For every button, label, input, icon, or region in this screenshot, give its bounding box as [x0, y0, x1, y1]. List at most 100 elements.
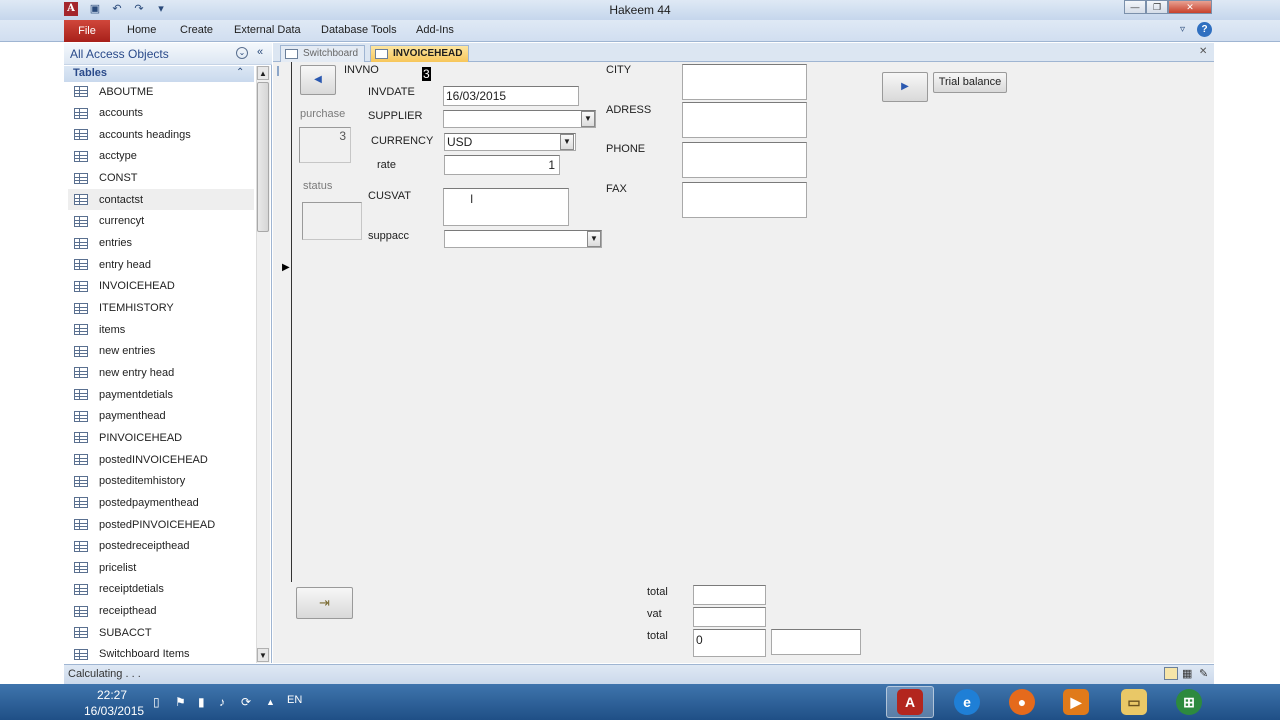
- nav-item-receipthead[interactable]: receipthead: [68, 601, 254, 622]
- shutter-bar-collapse-icon[interactable]: «: [257, 46, 263, 58]
- nav-item-accounts[interactable]: accounts: [68, 103, 254, 124]
- nav-item-invoicehead[interactable]: INVOICEHEAD: [68, 276, 254, 297]
- taskbar-access-app[interactable]: A: [886, 686, 934, 718]
- collapse-section-icon[interactable]: ⌃: [236, 67, 244, 78]
- access-logo-icon[interactable]: A: [64, 2, 78, 16]
- phone-field[interactable]: [682, 142, 807, 178]
- exit-form-button[interactable]: ⇥: [296, 587, 353, 619]
- total-field[interactable]: [693, 585, 766, 605]
- layout-view-icon[interactable]: ▦: [1182, 667, 1192, 680]
- nav-item-aboutme[interactable]: ABOUTME: [68, 81, 254, 102]
- nav-item-postedpinvoicehead[interactable]: postedPINVOICEHEAD: [68, 514, 254, 535]
- scroll-down-button[interactable]: ▼: [257, 648, 269, 662]
- show-desktop-icon[interactable]: ▯: [153, 695, 160, 709]
- nav-item-paymentdetials[interactable]: paymentdetials: [68, 384, 254, 405]
- minimize-button[interactable]: —: [1124, 0, 1146, 14]
- rate-field[interactable]: 1: [444, 155, 560, 175]
- undo-icon[interactable]: ↶: [110, 2, 124, 16]
- nav-item-paymenthead[interactable]: paymenthead: [68, 406, 254, 427]
- network-icon[interactable]: ▮: [198, 695, 205, 709]
- grand-total-field[interactable]: 0: [693, 629, 766, 657]
- nav-item-pricelist[interactable]: pricelist: [68, 557, 254, 578]
- nav-item-entry-head[interactable]: entry head: [68, 254, 254, 275]
- nav-item-items[interactable]: items: [68, 319, 254, 340]
- start-button[interactable]: ⊞: [1165, 686, 1213, 718]
- tab-add-ins[interactable]: Add-Ins: [416, 24, 454, 36]
- design-view-icon[interactable]: ✎: [1199, 667, 1208, 680]
- nav-item-acctype[interactable]: acctype: [68, 146, 254, 167]
- file-tab[interactable]: File: [64, 20, 110, 42]
- language-indicator[interactable]: EN: [287, 694, 302, 706]
- previous-record-button[interactable]: ◀: [300, 65, 336, 95]
- sync-icon[interactable]: ⟳: [241, 695, 251, 709]
- currency-dropdown-icon[interactable]: ▼: [560, 134, 574, 150]
- clock-time[interactable]: 22:27: [97, 688, 127, 702]
- form-selector[interactable]: [277, 66, 285, 76]
- tab-create[interactable]: Create: [180, 24, 213, 36]
- tab-home[interactable]: Home: [127, 24, 156, 36]
- minimize-ribbon-icon[interactable]: ▿: [1180, 24, 1185, 35]
- nav-menu-chevron-icon[interactable]: ⌄: [236, 47, 248, 59]
- exit-door-icon: ⇥: [319, 595, 330, 610]
- nav-item-posteditemhistory[interactable]: posteditemhistory: [68, 471, 254, 492]
- taskbar-internet-explorer[interactable]: e: [943, 686, 991, 718]
- nav-item-itemhistory[interactable]: ITEMHISTORY: [68, 298, 254, 319]
- nav-item-receiptdetials[interactable]: receiptdetials: [68, 579, 254, 600]
- status-field[interactable]: [302, 202, 362, 240]
- amount-words-field[interactable]: [771, 629, 861, 655]
- next-record-button[interactable]: ▶: [882, 72, 928, 102]
- close-window-button[interactable]: ✕: [1168, 0, 1212, 14]
- cusvat-field[interactable]: Ι: [443, 188, 569, 226]
- doc-tab-switchboard[interactable]: Switchboard: [280, 45, 366, 62]
- form-view-icon[interactable]: [1164, 667, 1178, 680]
- currency-combo[interactable]: USD: [444, 133, 576, 151]
- clock-date[interactable]: 16/03/2015: [84, 704, 144, 718]
- nav-item-postedinvoicehead[interactable]: postedINVOICEHEAD: [68, 449, 254, 470]
- fax-field[interactable]: [682, 182, 807, 218]
- nav-item-new-entries[interactable]: new entries: [68, 341, 254, 362]
- suppacc-dropdown-icon[interactable]: ▼: [587, 231, 601, 247]
- nav-item-subacct[interactable]: SUBACCT: [68, 622, 254, 643]
- city-field[interactable]: [682, 64, 807, 100]
- suppacc-combo[interactable]: [444, 230, 602, 248]
- taskbar-explorer[interactable]: ▭: [1110, 686, 1158, 718]
- nav-item-accounts-headings[interactable]: accounts headings: [68, 124, 254, 145]
- nav-item-currencyt[interactable]: currencyt: [68, 211, 254, 232]
- tray-overflow-icon[interactable]: ▲: [266, 697, 275, 707]
- close-document-icon[interactable]: ✕: [1199, 46, 1207, 57]
- nav-item-label: acctype: [99, 150, 137, 163]
- scroll-up-button[interactable]: ▲: [257, 66, 269, 80]
- action-center-flag-icon[interactable]: ⚑: [175, 695, 186, 709]
- doc-tab-invoicehead[interactable]: INVOICEHEAD: [370, 45, 470, 62]
- help-icon[interactable]: ?: [1197, 22, 1212, 37]
- nav-item-pinvoicehead[interactable]: PINVOICEHEAD: [68, 427, 254, 448]
- purchase-field[interactable]: 3: [299, 127, 351, 163]
- redo-icon[interactable]: ↷: [132, 2, 146, 16]
- invdate-field[interactable]: 16/03/2015: [443, 86, 579, 106]
- supplier-combo[interactable]: [443, 110, 596, 128]
- nav-pane-title[interactable]: All Access Objects: [70, 47, 169, 61]
- nav-item-const[interactable]: CONST: [68, 168, 254, 189]
- supplier-dropdown-icon[interactable]: ▼: [581, 111, 595, 127]
- volume-icon[interactable]: ♪: [219, 695, 225, 709]
- total-label: total: [647, 586, 668, 598]
- nav-scrollbar-thumb[interactable]: [257, 82, 269, 232]
- maximize-button[interactable]: ❐: [1146, 0, 1168, 14]
- taskbar-media-player[interactable]: ▶: [1052, 686, 1100, 718]
- adress-field[interactable]: [682, 102, 807, 138]
- nav-item-contactst[interactable]: contactst: [68, 189, 254, 211]
- nav-item-switchboard-items[interactable]: Switchboard Items: [68, 644, 254, 665]
- tab-database-tools[interactable]: Database Tools: [321, 24, 397, 36]
- taskbar-firefox[interactable]: ●: [998, 686, 1046, 718]
- nav-item-new-entry-head[interactable]: new entry head: [68, 362, 254, 383]
- nav-item-entries[interactable]: entries: [68, 233, 254, 254]
- customize-toolbar-icon[interactable]: ▾: [154, 2, 168, 16]
- nav-item-postedreceipthead[interactable]: postedreceipthead: [68, 536, 254, 557]
- tab-external-data[interactable]: External Data: [234, 24, 301, 36]
- trial-balance-button[interactable]: Trial balance: [933, 72, 1007, 93]
- invno-field[interactable]: 3: [421, 65, 519, 81]
- nav-item-postedpaymenthead[interactable]: postedpaymenthead: [68, 492, 254, 513]
- invno-label: INVNO: [344, 64, 379, 76]
- save-icon[interactable]: ▣: [88, 2, 102, 16]
- vat-field[interactable]: [693, 607, 766, 627]
